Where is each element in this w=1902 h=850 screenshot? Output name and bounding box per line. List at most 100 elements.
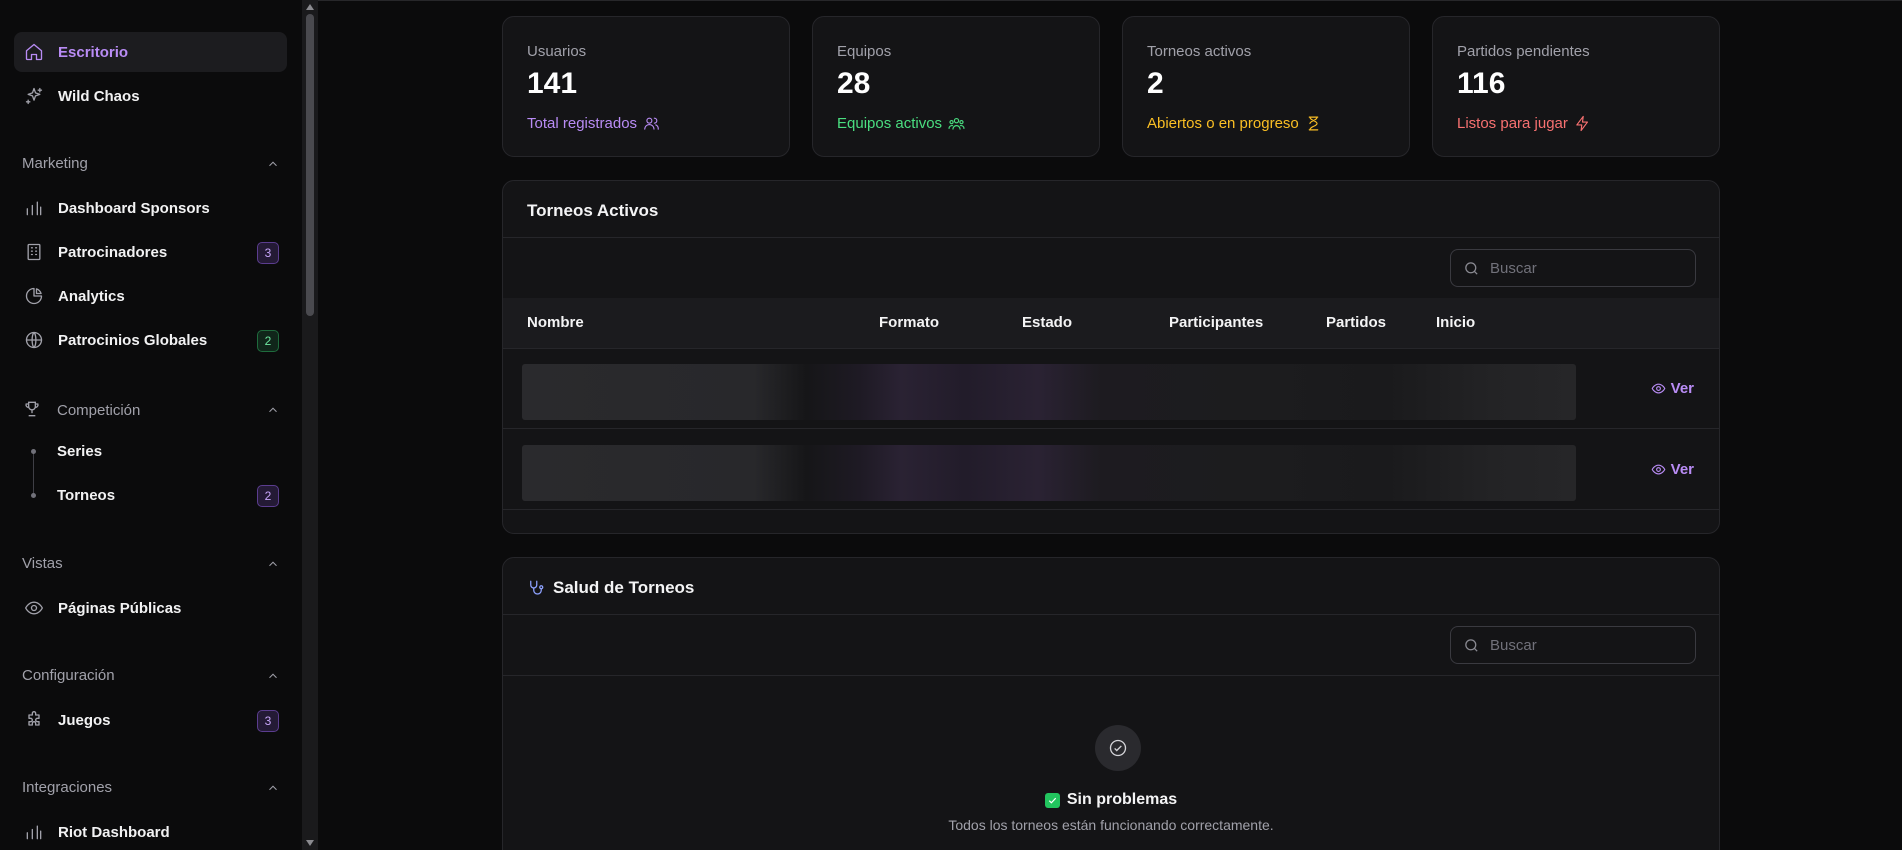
sidebar-item-torneos[interactable]: Torneos 2 — [14, 475, 287, 515]
bolt-icon — [1576, 115, 1588, 132]
divider — [503, 237, 1719, 238]
sidebar-item-analytics[interactable]: Analytics — [14, 276, 287, 316]
top-divider — [318, 0, 1902, 1]
stat-card-usuarios: Usuarios 141 Total registrados — [502, 16, 790, 157]
divider — [503, 675, 1719, 676]
sidebar-item-paginas-publicas[interactable]: Páginas Públicas — [14, 588, 287, 628]
sidebar-scrollbar[interactable] — [302, 0, 318, 850]
sidebar-item-label: Analytics — [58, 287, 125, 305]
sidebar-item-label: Dashboard Sponsors — [58, 199, 210, 217]
bar-chart-icon — [23, 821, 45, 843]
status-ok-icon — [1095, 725, 1141, 771]
stat-label: Usuarios — [527, 43, 587, 60]
section-configuracion-toggle[interactable]: Configuración — [22, 667, 280, 684]
ver-button[interactable]: Ver — [1651, 380, 1694, 397]
sidebar-item-juegos[interactable]: Juegos 3 — [14, 700, 287, 740]
users-icon — [644, 117, 659, 130]
sidebar-item-label: Torneos — [57, 486, 116, 504]
search-field[interactable] — [1450, 249, 1696, 287]
chevron-up-icon — [266, 557, 280, 571]
stat-subtitle-text: Equipos activos — [837, 115, 943, 132]
hourglass-icon — [1308, 116, 1319, 131]
home-icon — [23, 41, 45, 63]
column-header-inicio[interactable]: Inicio — [1436, 314, 1475, 331]
sidebar-item-patrocinios-globales[interactable]: Patrocinios Globales 2 — [14, 320, 287, 360]
check-circle-icon — [1109, 739, 1127, 757]
section-title: Integraciones — [22, 779, 113, 796]
column-header-nombre[interactable]: Nombre — [527, 314, 584, 331]
section-title-group: Competición — [22, 399, 140, 421]
sidebar-item-label: Juegos — [58, 711, 111, 729]
search-icon — [1465, 638, 1478, 652]
stat-subtitle-text: Listos para jugar — [1457, 115, 1568, 132]
bar-chart-icon — [23, 197, 45, 219]
sidebar-item-label: Riot Dashboard — [58, 823, 170, 841]
section-marketing-toggle[interactable]: Marketing — [22, 155, 280, 172]
chevron-up-icon — [266, 403, 280, 417]
column-header-formato[interactable]: Formato — [879, 314, 939, 331]
chevron-up-icon — [266, 157, 280, 171]
stat-label: Torneos activos — [1147, 43, 1252, 60]
tree-dot — [31, 449, 36, 454]
chevron-up-icon — [266, 669, 280, 683]
search-input[interactable] — [1490, 259, 1680, 277]
count-badge: 2 — [257, 485, 279, 507]
sidebar-item-series[interactable]: Series — [57, 443, 102, 460]
table-row[interactable]: Ver — [503, 349, 1719, 429]
building-icon — [23, 241, 45, 263]
status-title-text: Sin problemas — [1066, 791, 1178, 808]
column-header-participantes[interactable]: Participantes — [1169, 314, 1263, 331]
ver-button-label: Ver — [1670, 461, 1694, 478]
count-badge: 3 — [257, 242, 279, 264]
sidebar-item-wild-chaos[interactable]: Wild Chaos — [14, 76, 287, 116]
pie-chart-icon — [23, 285, 45, 307]
search-field[interactable] — [1450, 626, 1696, 664]
stat-subtitle-text: Abiertos o en progreso — [1147, 115, 1299, 132]
table-row[interactable]: Ver — [503, 430, 1719, 510]
sidebar-item-label: Patrocinios Globales — [58, 331, 208, 349]
table-header: Nombre Formato Estado Participantes Part… — [503, 298, 1719, 348]
status-description: Todos los torneos están funcionando corr… — [948, 817, 1274, 833]
sparkles-icon — [23, 85, 45, 107]
stat-value: 28 — [837, 67, 871, 100]
loading-skeleton — [522, 364, 1576, 420]
scroll-up-arrow-icon[interactable] — [306, 4, 314, 10]
eye-icon — [1651, 383, 1666, 394]
column-header-partidos[interactable]: Partidos — [1326, 314, 1386, 331]
ver-button-label: Ver — [1670, 380, 1694, 397]
panel-title: Salud de Torneos — [527, 578, 694, 598]
search-icon — [1465, 261, 1478, 275]
torneos-activos-panel: Torneos Activos Nombre Formato Estado Pa… — [502, 180, 1720, 534]
count-badge: 2 — [257, 330, 279, 352]
salud-torneos-panel: Salud de Torneos Sin problemas Todos los… — [502, 557, 1720, 850]
stat-value: 116 — [1457, 67, 1506, 100]
stethoscope-icon — [530, 580, 544, 595]
stat-value: 2 — [1147, 67, 1164, 100]
section-vistas-toggle[interactable]: Vistas — [22, 555, 280, 572]
trophy-icon — [22, 399, 44, 421]
sidebar-item-label: Escritorio — [58, 43, 129, 61]
stat-subtitle: Equipos activos — [837, 115, 965, 132]
chevron-up-icon — [266, 781, 280, 795]
column-header-estado[interactable]: Estado — [1022, 314, 1072, 331]
sidebar-item-patrocinadores[interactable]: Patrocinadores 3 — [14, 232, 287, 272]
sidebar-item-label: Páginas Públicas — [58, 599, 182, 617]
sidebar-item-escritorio[interactable]: Escritorio — [14, 32, 287, 72]
stat-card-torneos-activos: Torneos activos 2 Abiertos o en progreso — [1122, 16, 1410, 157]
puzzle-icon — [23, 709, 45, 731]
sidebar-item-dashboard-sponsors[interactable]: Dashboard Sponsors — [14, 188, 287, 228]
ver-button[interactable]: Ver — [1651, 461, 1694, 478]
section-competicion-toggle[interactable]: Competición — [22, 399, 280, 421]
search-input[interactable] — [1490, 636, 1680, 654]
scroll-thumb[interactable] — [306, 14, 314, 316]
sidebar-item-riot-dashboard[interactable]: Riot Dashboard — [14, 812, 287, 850]
stat-subtitle: Total registrados — [527, 115, 660, 132]
app-root: Escritorio Wild Chaos Marketing Dashboar… — [0, 0, 1902, 850]
stat-subtitle: Abiertos o en progreso — [1147, 115, 1322, 132]
stat-label: Partidos pendientes — [1457, 43, 1590, 60]
team-icon — [948, 117, 965, 130]
section-integraciones-toggle[interactable]: Integraciones — [22, 779, 280, 796]
sidebar-item-label: Wild Chaos — [58, 87, 140, 105]
scroll-down-arrow-icon[interactable] — [306, 840, 314, 846]
stat-subtitle-text: Total registrados — [527, 115, 638, 132]
